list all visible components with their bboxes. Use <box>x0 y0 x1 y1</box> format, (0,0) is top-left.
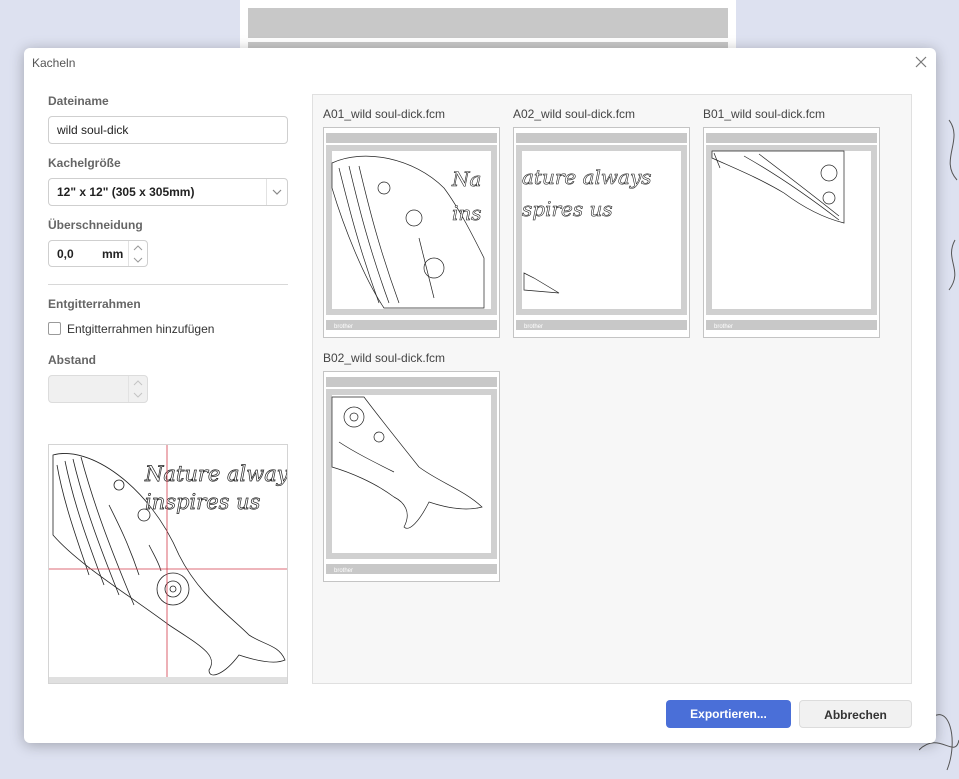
filename-field[interactable] <box>48 116 288 144</box>
export-button[interactable]: Exportieren... <box>666 700 791 728</box>
tile-label: B02_wild soul-dick.fcm <box>323 351 446 365</box>
spacing-label: Abstand <box>48 353 96 367</box>
tiles-panel: A01_wild soul-dick.fcm Na ins brother A0… <box>312 94 912 684</box>
filename-input[interactable] <box>49 117 287 143</box>
tile-thumbnail[interactable]: brother <box>703 127 880 338</box>
svg-text:spires us: spires us <box>522 197 613 221</box>
tile-size-label: Kachelgröße <box>48 156 121 170</box>
tile-thumbnail[interactable]: ature always spires us brother <box>513 127 690 338</box>
tile-thumbnail[interactable]: brother <box>323 371 500 582</box>
spin-up-icon[interactable] <box>129 241 147 254</box>
svg-text:ins: ins <box>452 201 482 225</box>
overlap-value: 0,0 <box>57 247 74 261</box>
spacing-spinner <box>128 376 147 402</box>
weeding-checkbox-label[interactable]: Entgitterrahmen hinzufügen <box>67 322 214 336</box>
cancel-button[interactable]: Abbrechen <box>799 700 912 728</box>
weeding-checkbox[interactable] <box>48 322 61 335</box>
tile-label: A02_wild soul-dick.fcm <box>513 107 636 121</box>
close-icon[interactable] <box>912 53 930 71</box>
preview-text-line2: inspires us <box>145 490 261 514</box>
overlap-label: Überschneidung <box>48 218 143 232</box>
section-divider <box>48 284 288 285</box>
tiling-preview: Nature always inspires us <box>48 444 300 684</box>
dialog-title: Kacheln <box>32 56 76 70</box>
weeding-section-label: Entgitterrahmen <box>48 297 141 311</box>
tile-brand: brother <box>334 568 353 574</box>
tile-size-select[interactable]: 12" x 12" (305 x 305mm) <box>48 178 288 206</box>
background-mat-strip <box>248 8 728 38</box>
spacing-stepper <box>48 375 148 403</box>
preview-text-line1: Nature always <box>144 462 287 486</box>
tile-size-value: 12" x 12" (305 x 305mm) <box>57 185 195 199</box>
preview-bottom-strip <box>49 677 287 683</box>
filename-label: Dateiname <box>48 94 109 108</box>
overlap-spinner[interactable] <box>128 241 147 266</box>
spin-down-icon[interactable] <box>129 254 147 267</box>
tile-label: A01_wild soul-dick.fcm <box>323 107 446 121</box>
tile-brand: brother <box>334 324 353 330</box>
svg-text:ature always: ature always <box>522 165 652 189</box>
tiling-dialog: Kacheln Dateiname Kachelgröße 12" x 12" … <box>24 48 936 743</box>
tile-brand: brother <box>714 324 733 330</box>
spin-up-icon <box>129 376 147 389</box>
overlap-stepper[interactable]: 0,0 mm <box>48 240 148 267</box>
tile-thumbnail[interactable]: Na ins brother <box>323 127 500 338</box>
whale-artwork <box>52 453 286 676</box>
chevron-down-icon[interactable] <box>266 179 287 205</box>
overlap-unit: mm <box>102 247 124 261</box>
tile-brand: brother <box>524 324 543 330</box>
spin-down-icon <box>129 389 147 402</box>
tile-label: B01_wild soul-dick.fcm <box>703 107 826 121</box>
svg-text:Na: Na <box>451 167 481 191</box>
